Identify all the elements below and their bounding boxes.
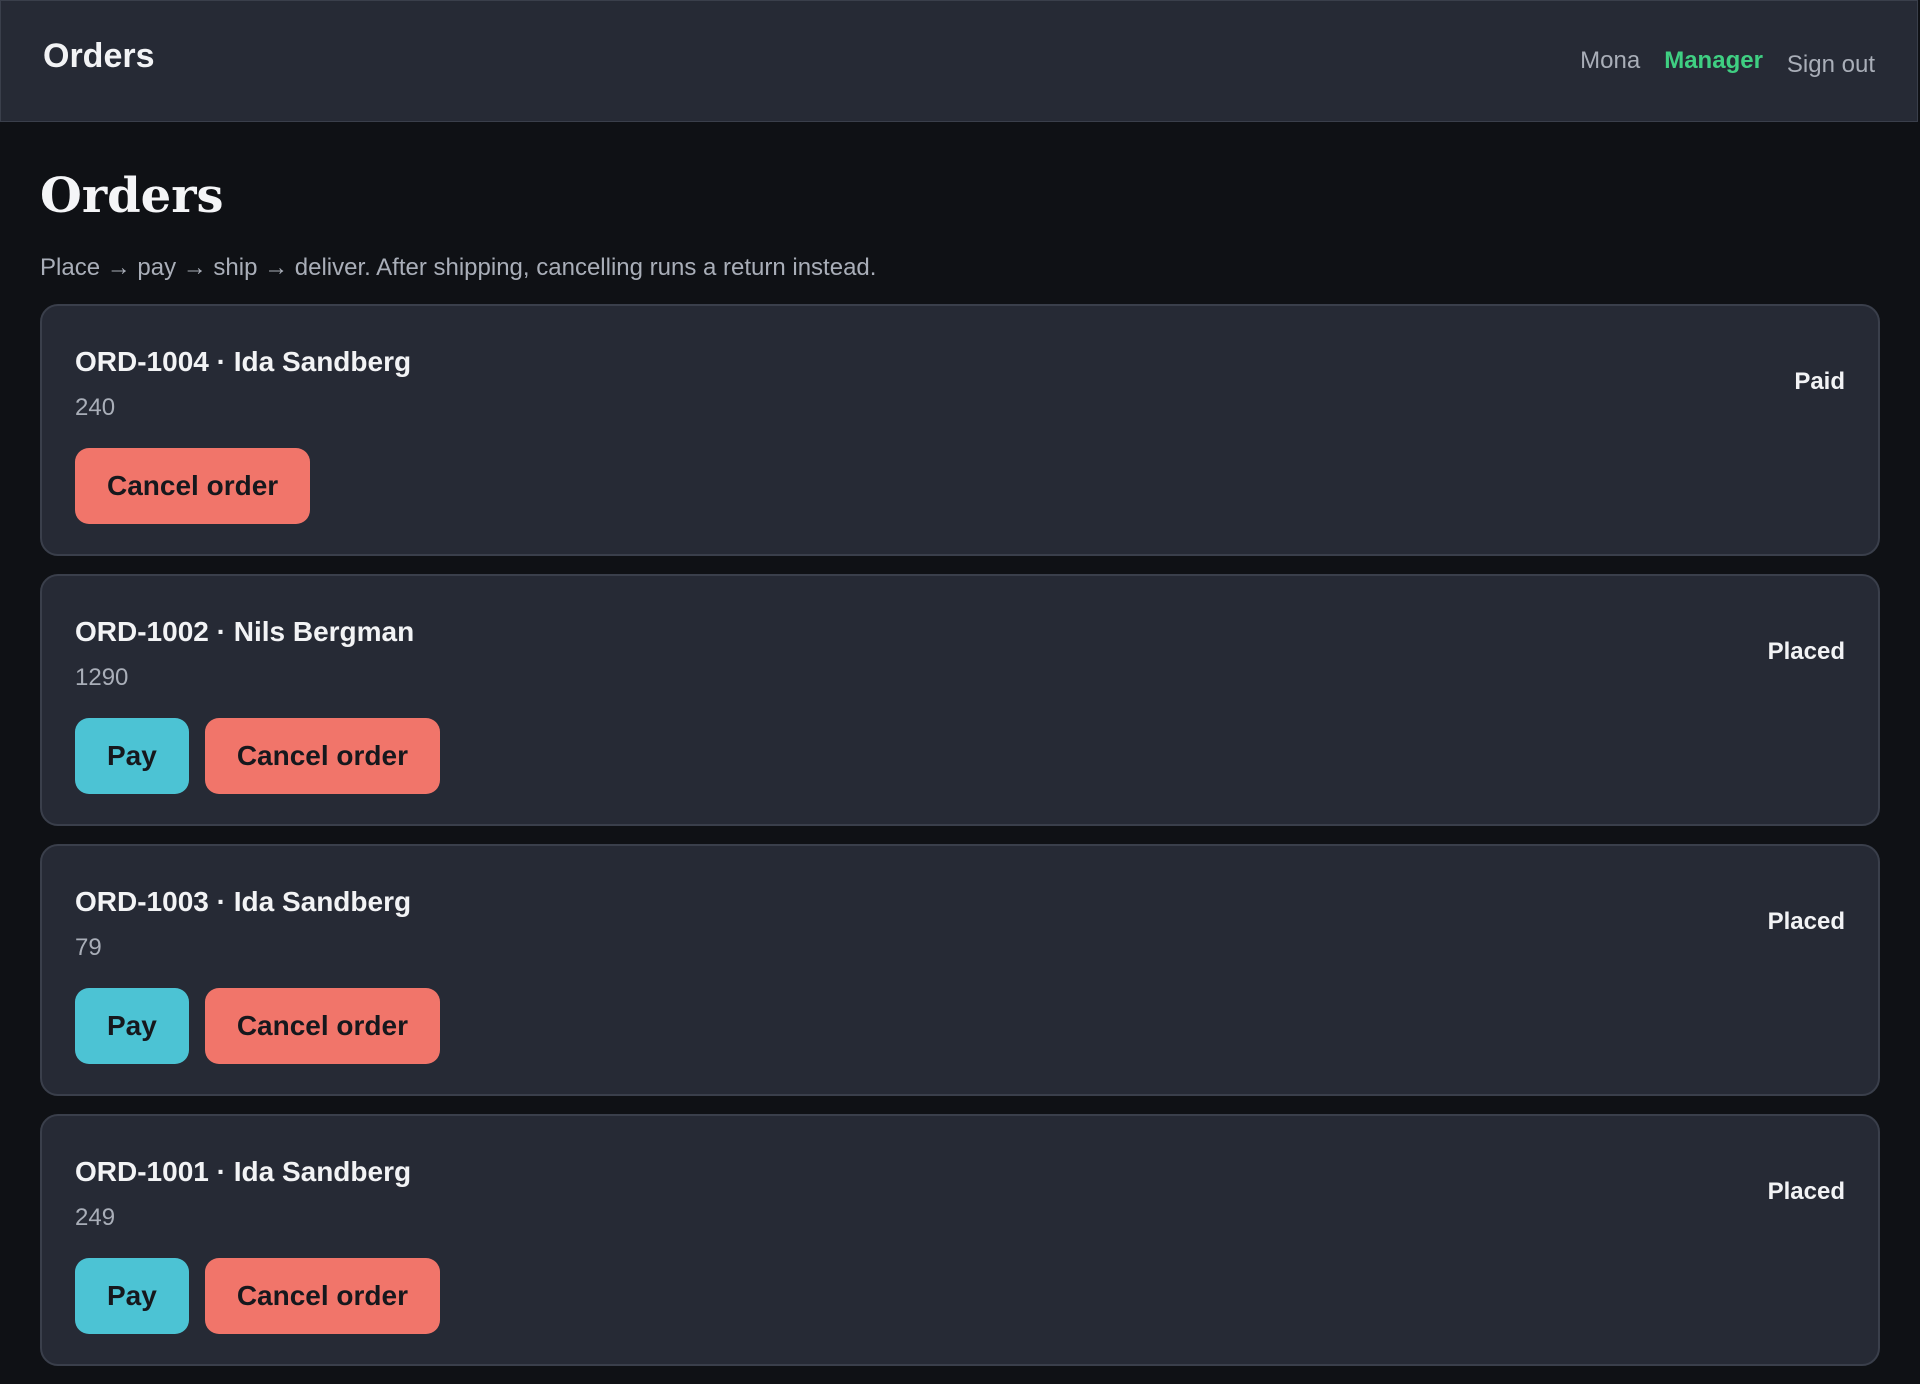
order-status: Placed	[1767, 638, 1845, 665]
order-title: ORD-1003 · Ida Sandberg	[75, 886, 412, 917]
order-amount: 249	[75, 1204, 116, 1231]
order-card: ORD-1002 · Nils Bergman 1290 Placed Pay …	[40, 574, 1880, 826]
cancel-order-button[interactable]: Cancel order	[204, 718, 440, 794]
sign-out-button[interactable]: Sign out	[1787, 51, 1875, 79]
pay-button[interactable]: Pay	[75, 1258, 189, 1334]
cancel-order-button[interactable]: Cancel order	[75, 448, 311, 524]
user-role-badge: Manager	[1664, 47, 1763, 74]
pay-button[interactable]: Pay	[75, 718, 189, 794]
order-title: ORD-1002 · Nils Bergman	[75, 616, 415, 647]
order-status: Placed	[1767, 1178, 1845, 1205]
user-name: Mona	[1580, 47, 1641, 74]
order-title: ORD-1001 · Ida Sandberg	[75, 1156, 412, 1187]
cancel-order-button[interactable]: Cancel order	[204, 1258, 440, 1334]
order-status: Placed	[1767, 908, 1845, 935]
order-actions: Pay Cancel order	[75, 1258, 440, 1334]
order-actions: Pay Cancel order	[75, 988, 440, 1064]
pay-button[interactable]: Pay	[75, 988, 189, 1064]
page-subtitle: Place → pay → ship → deliver. After ship…	[40, 254, 877, 281]
order-amount: 240	[75, 394, 116, 421]
order-actions: Cancel order	[75, 448, 311, 524]
order-actions: Pay Cancel order	[75, 718, 440, 794]
order-amount: 1290	[75, 664, 129, 691]
order-status: Paid	[1794, 368, 1845, 395]
cancel-order-button[interactable]: Cancel order	[204, 988, 440, 1064]
order-amount: 79	[75, 934, 102, 961]
order-card: ORD-1001 · Ida Sandberg 249 Placed Pay C…	[40, 1114, 1880, 1366]
orders-list: ORD-1004 · Ida Sandberg 240 Paid Cancel …	[40, 304, 1880, 1384]
order-card: ORD-1004 · Ida Sandberg 240 Paid Cancel …	[40, 304, 1880, 556]
page-title: Orders	[40, 168, 224, 224]
order-title: ORD-1004 · Ida Sandberg	[75, 346, 412, 377]
app-title: Orders	[43, 37, 155, 75]
top-bar: Orders Mona Manager Sign out	[0, 0, 1918, 122]
user-nav: Mona Manager Sign out	[1580, 47, 1875, 78]
order-card: ORD-1003 · Ida Sandberg 79 Placed Pay Ca…	[40, 844, 1880, 1096]
